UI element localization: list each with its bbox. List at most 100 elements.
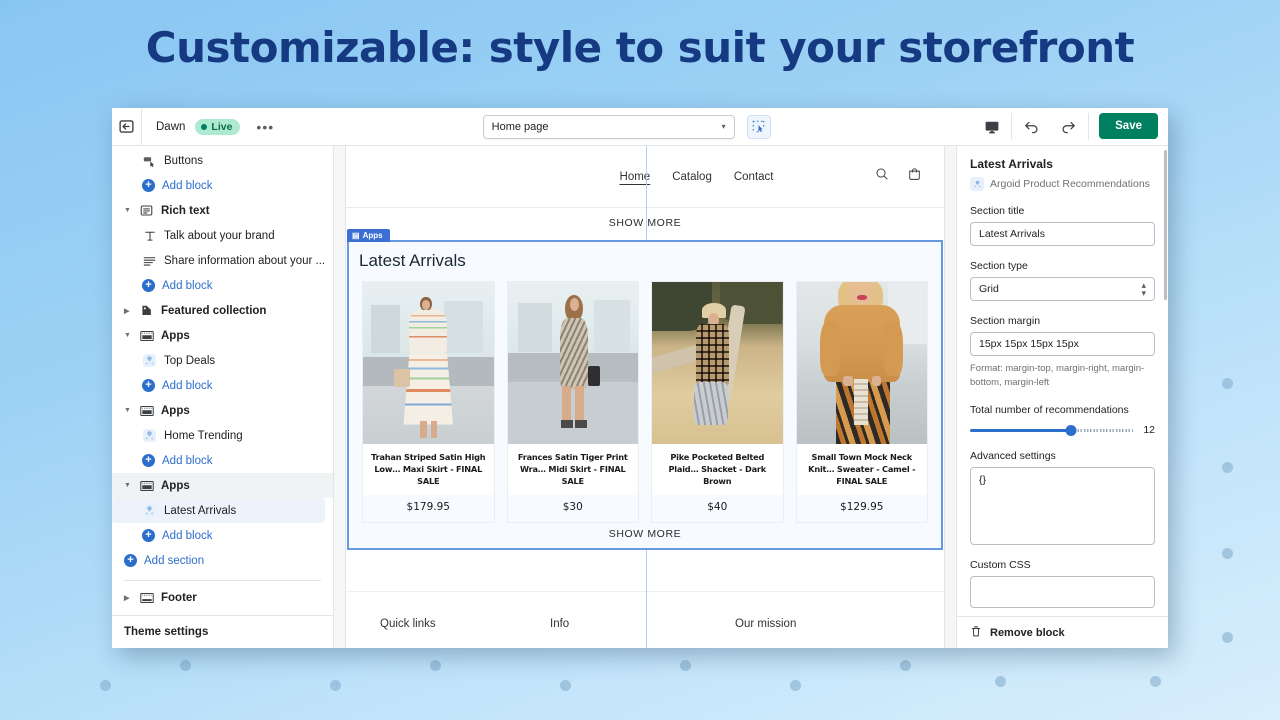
decorative-dot bbox=[1222, 378, 1233, 389]
advanced-settings-textarea[interactable]: {} bbox=[970, 466, 1155, 545]
block-settings-scroll: Latest Arrivals Argoid Product Recommend… bbox=[957, 146, 1168, 616]
product-image[interactable] bbox=[363, 282, 494, 444]
footer-column-our-mission[interactable]: Our mission bbox=[735, 618, 796, 630]
section-margin-hint: Format: margin-top, margin-right, margin… bbox=[970, 363, 1145, 388]
shopping-bag-icon[interactable] bbox=[907, 167, 922, 187]
product-image[interactable] bbox=[796, 282, 927, 444]
advanced-settings-label: Advanced settings bbox=[970, 449, 1056, 462]
chevron-right-icon[interactable]: ▶ bbox=[124, 594, 132, 602]
theme-info: Dawn Live ••• bbox=[142, 108, 280, 145]
block-title: Latest Arrivals bbox=[970, 157, 1053, 171]
recommendations-value: 12 bbox=[1143, 423, 1155, 436]
chevron-right-icon[interactable]: ▶ bbox=[124, 307, 132, 315]
redo-icon[interactable] bbox=[1050, 108, 1088, 145]
sidebar-item-footer[interactable]: ▶ Footer bbox=[112, 585, 333, 610]
sidebar-item-add-block[interactable]: + Add block bbox=[112, 273, 333, 298]
plus-icon: + bbox=[142, 179, 155, 192]
sidebar-item-latest-arrivals[interactable]: Latest Arrivals bbox=[112, 498, 325, 523]
product-photo-3 bbox=[652, 282, 783, 444]
footer-column-quick-links[interactable]: Quick links bbox=[380, 618, 550, 630]
theme-settings-button[interactable]: Theme settings bbox=[112, 615, 333, 648]
toolbar-divider-2 bbox=[1088, 113, 1090, 140]
sidebar-item-label: Buttons bbox=[164, 154, 203, 167]
storefront-header-icons bbox=[875, 167, 922, 187]
remove-block-button[interactable]: Remove block bbox=[957, 616, 1168, 648]
page-selector[interactable]: Home page ▾ bbox=[482, 114, 735, 139]
sidebar-item-add-block[interactable]: + Add block bbox=[112, 448, 333, 473]
product-card[interactable]: Trahan Striped Satin High Low… Maxi Skir… bbox=[362, 281, 495, 523]
section-margin-label: Section margin bbox=[970, 315, 1041, 327]
sidebar-item-add-block[interactable]: + Add block bbox=[112, 173, 333, 198]
apps-badge-icon: ▤ bbox=[352, 231, 360, 240]
sidebar-item-buttons[interactable]: Buttons bbox=[112, 148, 333, 173]
panel-scrollbar[interactable] bbox=[1164, 150, 1167, 300]
rich-text-icon bbox=[139, 203, 154, 218]
section-margin-input[interactable]: 15px 15px 15px 15px bbox=[970, 332, 1155, 356]
sidebar-item-rich-text[interactable]: ▼ Rich text bbox=[112, 198, 333, 223]
apps-badge-label: Apps bbox=[362, 231, 383, 240]
plus-icon: + bbox=[142, 279, 155, 292]
undo-icon[interactable] bbox=[1012, 108, 1050, 145]
sidebar-item-share-information-about-your[interactable]: Share information about your ... bbox=[112, 248, 333, 273]
storefront-nav: Home Catalog Contact bbox=[368, 171, 875, 183]
nav-link-catalog[interactable]: Catalog bbox=[672, 171, 712, 183]
editor-body: Buttons + Add block ▼ Rich text Talk about yo… bbox=[112, 146, 1168, 648]
search-icon[interactable] bbox=[875, 167, 889, 186]
text-t-icon bbox=[142, 228, 157, 243]
slider-thumb[interactable] bbox=[1065, 424, 1077, 436]
footer-column-info[interactable]: Info bbox=[550, 618, 735, 630]
sidebar-item-talk-about-your-brand[interactable]: Talk about your brand bbox=[112, 223, 333, 248]
sidebar-item-apps[interactable]: ▼ Apps bbox=[112, 398, 333, 423]
product-card[interactable]: Frances Satin Tiger Print Wra… Midi Skir… bbox=[506, 281, 639, 523]
preview-top-show-more[interactable]: SHOW MORE bbox=[346, 208, 944, 240]
nav-link-contact[interactable]: Contact bbox=[734, 171, 774, 183]
section-type-label: Section type bbox=[970, 260, 1028, 272]
more-menu-button[interactable]: ••• bbox=[250, 119, 280, 135]
chevron-down-icon[interactable]: ▼ bbox=[124, 332, 132, 339]
product-image[interactable] bbox=[652, 282, 783, 444]
chevron-down-icon[interactable]: ▼ bbox=[124, 407, 132, 414]
inspector-select-icon[interactable] bbox=[746, 114, 771, 139]
sidebar-item-add-block[interactable]: + Add block bbox=[112, 523, 333, 548]
desktop-preview-icon[interactable] bbox=[973, 108, 1011, 145]
sidebar-item-apps[interactable]: ▼ Apps bbox=[112, 473, 333, 498]
editor-toolbar: Dawn Live ••• Home page ▾ Save bbox=[112, 108, 1168, 146]
block-app-source: Argoid Product Recommendations bbox=[970, 177, 1155, 191]
chevron-down-icon[interactable]: ▼ bbox=[124, 482, 132, 489]
product-name: Small Town Mock Neck Knit… Sweater - Cam… bbox=[808, 452, 916, 486]
product-price: $179.95 bbox=[363, 494, 494, 522]
section-show-more[interactable]: SHOW MORE bbox=[349, 523, 941, 548]
sidebar-item-apps[interactable]: ▼ Apps bbox=[112, 323, 333, 348]
preview-area: Home Catalog Contact SHOW MORE ▤ Apps La… bbox=[334, 146, 956, 648]
sidebar-divider bbox=[124, 580, 321, 581]
decorative-dot bbox=[790, 680, 801, 691]
sidebar-item-label: Add block bbox=[162, 454, 213, 467]
chevron-down-icon: ▾ bbox=[721, 122, 726, 131]
sidebar-item-top-deals[interactable]: Top Deals bbox=[112, 348, 333, 373]
latest-arrivals-section[interactable]: ▤ Apps Latest Arrivals Trahan Striped Sa… bbox=[347, 229, 943, 550]
product-card[interactable]: Small Town Mock Neck Knit… Sweater - Cam… bbox=[795, 281, 928, 523]
product-photo-1 bbox=[363, 282, 494, 444]
app-name: Argoid Product Recommendations bbox=[990, 178, 1150, 190]
product-card[interactable]: Pike Pocketed Belted Plaid… Shacket - Da… bbox=[651, 281, 784, 523]
sidebar-item-add-block[interactable]: + Add block bbox=[112, 373, 333, 398]
product-image[interactable] bbox=[507, 282, 638, 444]
sidebar-item-label: Add block bbox=[162, 179, 213, 192]
chevron-down-icon[interactable]: ▼ bbox=[124, 207, 132, 214]
sidebar-item-label: Talk about your brand bbox=[164, 229, 275, 242]
back-arrow-icon[interactable] bbox=[112, 108, 142, 145]
recommendations-slider[interactable] bbox=[970, 424, 1133, 436]
sidebar-item-add-section[interactable]: + Add section bbox=[112, 548, 333, 573]
section-title-input[interactable]: Latest Arrivals bbox=[970, 222, 1155, 246]
custom-css-textarea[interactable] bbox=[970, 575, 1155, 608]
decorative-dot bbox=[180, 660, 191, 671]
sidebar-item-featured-collection[interactable]: ▶ Featured collection bbox=[112, 298, 333, 323]
product-price: $129.95 bbox=[796, 494, 927, 522]
decorative-dot bbox=[100, 680, 111, 691]
product-photo-4 bbox=[796, 282, 927, 444]
argoid-app-icon bbox=[142, 428, 157, 443]
save-button[interactable]: Save bbox=[1099, 113, 1158, 139]
decorative-dot bbox=[330, 680, 341, 691]
section-type-select[interactable]: Grid ▴ ▾ bbox=[970, 277, 1155, 301]
sidebar-item-home-trending[interactable]: Home Trending bbox=[112, 423, 333, 448]
